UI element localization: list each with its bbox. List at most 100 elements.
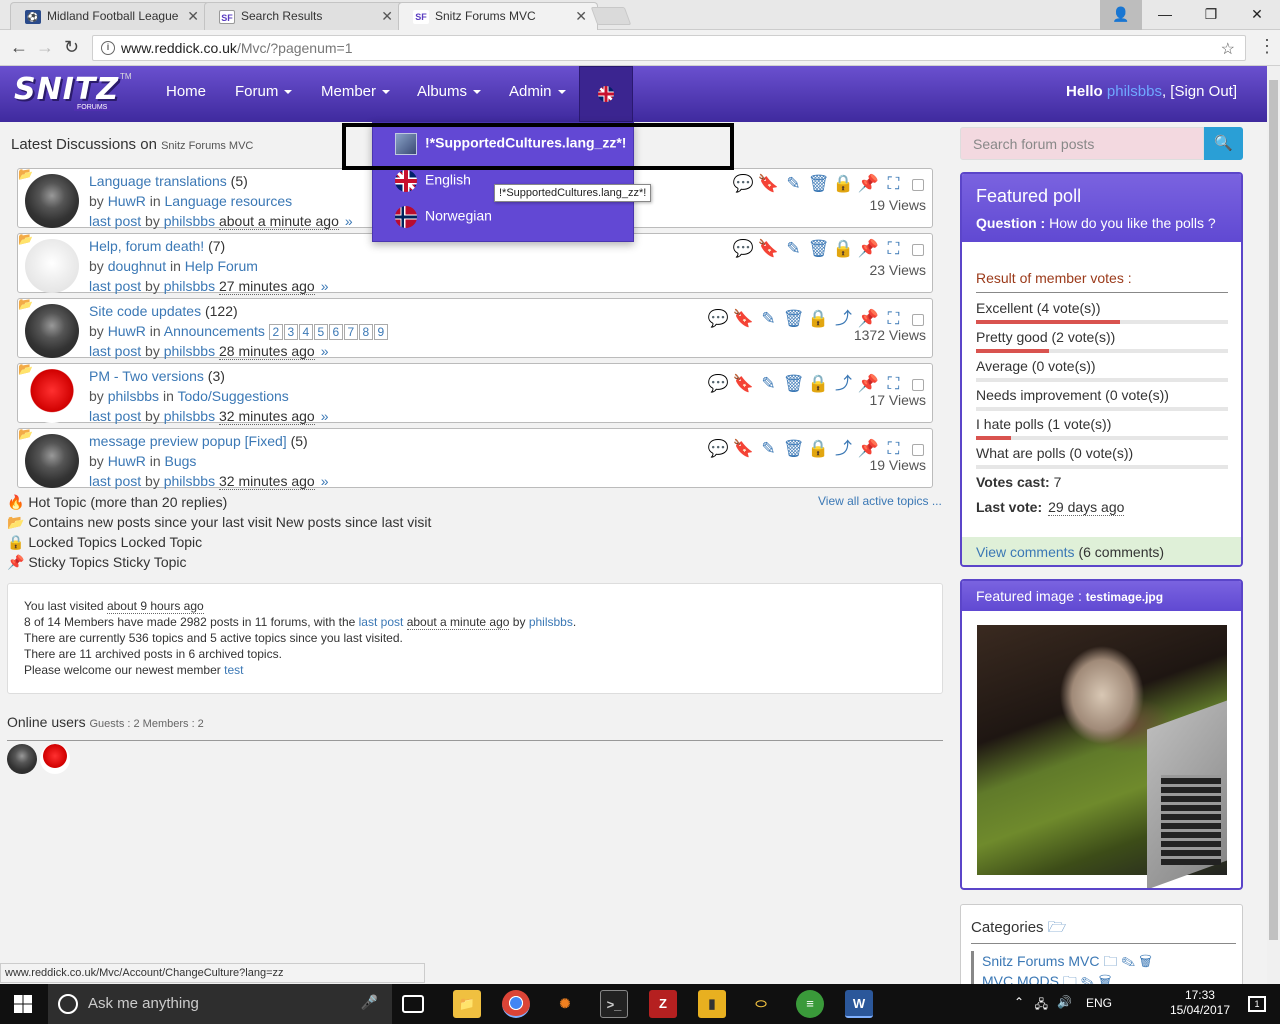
lock-icon[interactable]: 🔒: [831, 174, 856, 194]
select-checkbox[interactable]: [912, 243, 924, 256]
forward-icon[interactable]: →: [36, 37, 54, 58]
select-checkbox[interactable]: [912, 178, 924, 191]
view-comments-link[interactable]: View comments: [976, 544, 1075, 560]
nav-forum[interactable]: Forum: [235, 83, 293, 100]
microphone-icon[interactable]: 🎤: [361, 994, 378, 1011]
browser-tab-search[interactable]: SF Search Results ✕: [204, 2, 404, 30]
trash-icon[interactable]: 🗑: [781, 309, 806, 329]
topic-title-link[interactable]: Site code updates: [89, 303, 201, 319]
language-selector-button[interactable]: [579, 66, 633, 122]
nav-member[interactable]: Member: [321, 83, 391, 100]
author-link[interactable]: doughnut: [108, 258, 166, 274]
page-link[interactable]: 6: [328, 324, 343, 340]
topic-title-link[interactable]: Help, forum death!: [89, 238, 204, 254]
archive-icon[interactable]: ▮: [698, 990, 726, 1018]
page-link[interactable]: 2: [268, 324, 283, 340]
last-post-link[interactable]: last post: [89, 473, 141, 489]
pin-icon[interactable]: 📌: [856, 239, 881, 259]
chrome-icon[interactable]: [502, 990, 530, 1018]
featured-cat-photo[interactable]: [977, 625, 1227, 888]
category-item[interactable]: MVC MODS 🗀 ✎ 🗑: [971, 971, 1111, 984]
move-icon[interactable]: ⛶: [881, 239, 906, 259]
edit-icon[interactable]: ✎: [1121, 953, 1135, 969]
green-app-icon[interactable]: ≡: [796, 990, 824, 1018]
forum-link[interactable]: Language resources: [165, 193, 293, 209]
nav-home[interactable]: Home: [166, 83, 206, 100]
go-to-last-post-icon[interactable]: »: [321, 408, 329, 424]
user-link[interactable]: philsbbs: [529, 615, 573, 629]
last-post-link[interactable]: last post: [89, 213, 141, 229]
author-link[interactable]: philsbbs: [108, 388, 159, 404]
last-poster-link[interactable]: philsbbs: [164, 473, 215, 489]
page-link[interactable]: 9: [373, 324, 388, 340]
share-icon[interactable]: ⤴: [831, 369, 856, 394]
lock-icon[interactable]: 🔒: [831, 239, 856, 259]
pin-icon[interactable]: 📌: [856, 439, 881, 459]
lock-icon[interactable]: 🔒: [806, 309, 831, 329]
edit-icon[interactable]: ✎: [1081, 973, 1095, 984]
cortana-search-box[interactable]: Ask me anything 🎤: [48, 984, 392, 1024]
last-post-link[interactable]: last post: [89, 343, 141, 359]
language-indicator[interactable]: ENG: [1086, 996, 1112, 1010]
browser-tab-snitz[interactable]: SF Snitz Forums MVC ✕: [398, 2, 598, 30]
vertical-scrollbar[interactable]: [1267, 66, 1280, 984]
author-avatar[interactable]: [25, 304, 79, 358]
username-link[interactable]: philsbbs: [1107, 83, 1162, 100]
reply-icon[interactable]: 💬: [706, 374, 731, 394]
folder-icon[interactable]: 🗀: [1103, 953, 1117, 969]
topic-title-link[interactable]: Language translations: [89, 173, 227, 189]
page-link[interactable]: 5: [313, 324, 328, 340]
bookmark-icon[interactable]: 🔖: [756, 239, 781, 259]
forum-link[interactable]: Help Forum: [185, 258, 258, 274]
bookmark-icon[interactable]: 🔖: [731, 374, 756, 394]
edit-icon[interactable]: ✎: [756, 439, 781, 459]
close-tab-icon[interactable]: ✕: [575, 8, 587, 25]
forum-link[interactable]: Todo/Suggestions: [178, 388, 289, 404]
restore-button[interactable]: ❐: [1188, 0, 1234, 30]
forum-link[interactable]: Announcements: [164, 323, 265, 339]
page-link[interactable]: 4: [298, 324, 313, 340]
trash-icon[interactable]: 🗑: [1099, 973, 1112, 984]
select-checkbox[interactable]: [912, 313, 924, 326]
trash-icon[interactable]: 🗑: [806, 174, 831, 194]
author-avatar[interactable]: [25, 434, 79, 488]
sign-out-link[interactable]: , [Sign Out]: [1162, 83, 1237, 100]
online-user-avatar[interactable]: [40, 744, 70, 774]
reply-icon[interactable]: 💬: [706, 309, 731, 329]
terminal-icon[interactable]: >_: [600, 990, 628, 1018]
bookmark-icon[interactable]: 🔖: [731, 309, 756, 329]
last-post-link[interactable]: last post: [89, 408, 141, 424]
go-to-last-post-icon[interactable]: »: [321, 473, 329, 489]
trash-icon[interactable]: 🗑: [781, 439, 806, 459]
lock-icon[interactable]: 🔒: [806, 374, 831, 394]
trash-icon[interactable]: 🗑: [1139, 953, 1152, 969]
trash-icon[interactable]: 🗑: [781, 374, 806, 394]
move-icon[interactable]: ⛶: [881, 309, 906, 329]
edit-icon[interactable]: ✎: [756, 374, 781, 394]
last-post-link[interactable]: last post: [359, 615, 404, 629]
address-bar[interactable]: i www.reddick.co.uk/Mvc/?pagenum=1 ☆: [92, 35, 1246, 61]
language-option-norwegian[interactable]: Norwegian: [395, 206, 492, 228]
topic-title-link[interactable]: PM - Two versions: [89, 368, 204, 384]
nav-admin[interactable]: Admin: [509, 83, 566, 100]
drive-icon[interactable]: ⬭: [747, 990, 775, 1018]
go-to-last-post-icon[interactable]: »: [321, 278, 329, 294]
language-option-english[interactable]: English: [395, 170, 471, 192]
reply-icon[interactable]: 💬: [731, 174, 756, 194]
minimize-button[interactable]: —: [1142, 0, 1188, 30]
folder-icon[interactable]: 🗀: [1063, 973, 1077, 984]
browser-tab-midland[interactable]: ⚽ Midland Football League ✕: [10, 2, 210, 30]
bookmark-icon[interactable]: 🔖: [731, 439, 756, 459]
lock-icon[interactable]: 🔒: [806, 439, 831, 459]
pin-icon[interactable]: 📌: [856, 374, 881, 394]
last-post-link[interactable]: last post: [89, 278, 141, 294]
page-link[interactable]: 3: [283, 324, 298, 340]
chevron-up-icon[interactable]: ⌃: [1014, 995, 1024, 1009]
move-icon[interactable]: ⛶: [881, 174, 906, 194]
go-to-last-post-icon[interactable]: »: [321, 343, 329, 359]
reply-icon[interactable]: 💬: [706, 439, 731, 459]
windows-start-icon[interactable]: [14, 995, 32, 1013]
volume-icon[interactable]: 🔊: [1057, 995, 1072, 1009]
forum-link[interactable]: Bugs: [165, 453, 197, 469]
close-window-button[interactable]: ✕: [1234, 0, 1280, 30]
